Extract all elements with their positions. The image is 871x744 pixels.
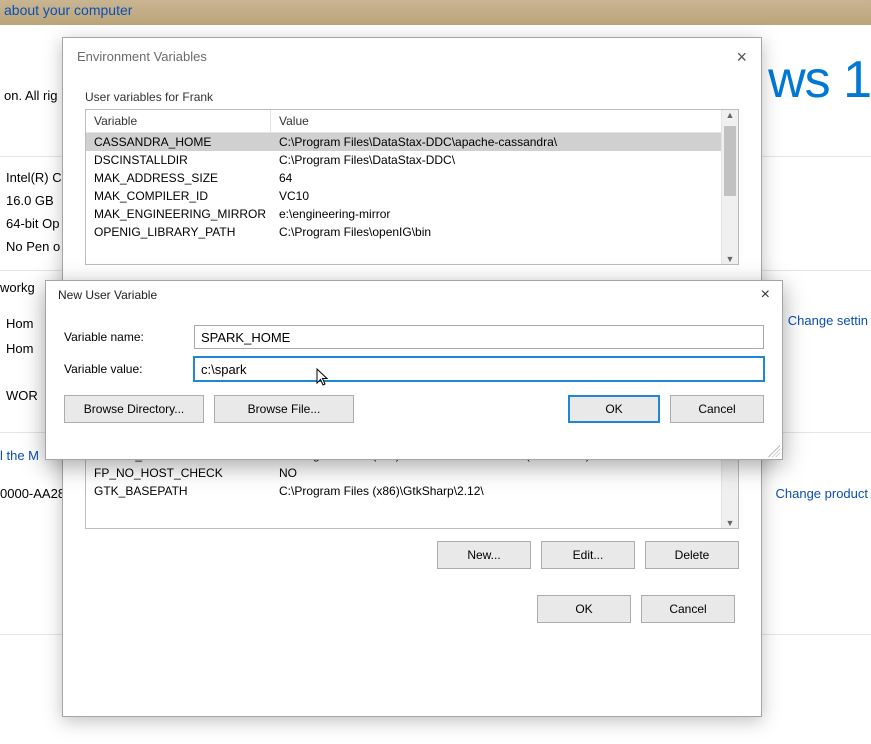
env-title: Environment Variables <box>77 38 207 76</box>
scrollbar[interactable]: ▲ ▼ <box>721 110 738 264</box>
workgroup-value: WOR <box>6 388 38 403</box>
scroll-down-icon[interactable]: ▼ <box>722 254 738 264</box>
newvar-title: New User Variable <box>58 281 157 309</box>
variable-value-label: Variable value: <box>64 362 194 376</box>
column-value[interactable]: Value <box>271 110 738 132</box>
variable-name-input[interactable] <box>194 325 764 349</box>
table-row[interactable]: MAK_ENGINEERING_MIRRORe:\engineering-mir… <box>86 205 738 223</box>
pen-label: No Pen o <box>6 239 60 254</box>
resize-grip-icon[interactable] <box>768 445 780 457</box>
edit-button[interactable]: Edit... <box>541 541 635 569</box>
env-dialog-buttons: OK Cancel <box>85 595 739 623</box>
scroll-up-icon[interactable]: ▲ <box>722 110 738 120</box>
table-row[interactable]: OPENIG_LIBRARY_PATHC:\Program Files\open… <box>86 223 738 241</box>
systype-label: 64-bit Op <box>6 216 59 231</box>
change-settings-link[interactable]: Change settin <box>788 313 868 328</box>
user-vars-table[interactable]: Variable Value CASSANDRA_HOMEC:\Program … <box>85 109 739 265</box>
new-button[interactable]: New... <box>437 541 531 569</box>
copyright-text: on. All rig <box>4 88 57 103</box>
table-header: Variable Value <box>86 110 738 133</box>
table-row[interactable]: MAK_ADDRESS_SIZE64 <box>86 169 738 187</box>
home-label-2: Hom <box>6 341 33 356</box>
table-row[interactable]: MAK_COMPILER_IDVC10 <box>86 187 738 205</box>
column-variable[interactable]: Variable <box>86 110 271 132</box>
system-vars-buttons: New... Edit... Delete <box>85 541 739 569</box>
scroll-thumb[interactable] <box>724 126 736 196</box>
ok-button[interactable]: OK <box>568 395 660 423</box>
windows-wordmark: ws 1 <box>768 50 871 110</box>
change-product-key-link[interactable]: Change product <box>775 486 868 501</box>
help-link[interactable]: about your computer <box>4 2 132 18</box>
variable-value-input[interactable] <box>194 357 764 381</box>
activation-link[interactable]: l the M <box>0 448 39 463</box>
processor-label: Intel(R) C <box>6 170 62 185</box>
close-icon[interactable]: × <box>761 281 770 309</box>
table-row[interactable]: DSCINSTALLDIRC:\Program Files\DataStax-D… <box>86 151 738 169</box>
workgroup-label: workg <box>0 280 35 295</box>
env-titlebar[interactable]: Environment Variables × <box>63 38 761 76</box>
cancel-button[interactable]: Cancel <box>670 395 764 423</box>
close-icon[interactable]: × <box>736 38 747 76</box>
table-row[interactable]: CASSANDRA_HOMEC:\Program Files\DataStax-… <box>86 133 738 151</box>
home-label-1: Hom <box>6 316 33 331</box>
delete-button[interactable]: Delete <box>645 541 739 569</box>
new-user-variable-dialog: New User Variable × Variable name: Varia… <box>45 280 783 460</box>
newvar-titlebar[interactable]: New User Variable × <box>46 281 782 309</box>
table-row[interactable]: GTK_BASEPATHC:\Program Files (x86)\GtkSh… <box>86 482 738 500</box>
table-row[interactable]: FP_NO_HOST_CHECKNO <box>86 464 738 482</box>
browse-file-button[interactable]: Browse File... <box>214 395 354 423</box>
cancel-button[interactable]: Cancel <box>641 595 735 623</box>
ok-button[interactable]: OK <box>537 595 631 623</box>
product-id-value: 0000-AA28 <box>0 486 65 501</box>
user-vars-section-label: User variables for Frank <box>85 90 739 104</box>
variable-name-label: Variable name: <box>64 330 194 344</box>
browse-directory-button[interactable]: Browse Directory... <box>64 395 204 423</box>
ram-label: 16.0 GB <box>6 193 54 208</box>
scroll-down-icon[interactable]: ▼ <box>722 518 738 528</box>
